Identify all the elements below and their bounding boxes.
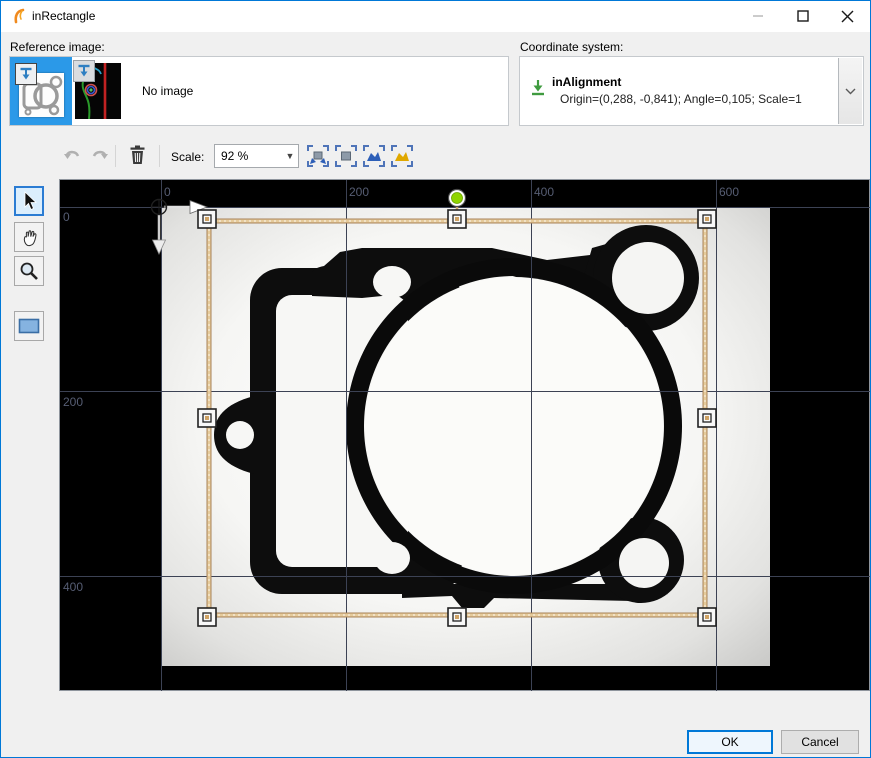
chevron-down-icon: [845, 88, 856, 95]
scale-value: 92 %: [215, 149, 282, 163]
close-button[interactable]: [825, 1, 870, 31]
trash-icon: [129, 145, 146, 165]
coordinate-system-label: Coordinate system:: [520, 40, 623, 54]
hand-icon: [19, 227, 39, 247]
ruler-y-400: 400: [63, 580, 83, 594]
dialog-inrectangle: inRectangle Reference image: Coordinate …: [0, 0, 871, 758]
cancel-button-label: Cancel: [801, 735, 838, 749]
minimize-button[interactable]: [735, 1, 780, 31]
magnifier-icon: [19, 261, 39, 281]
ruler-y-0: 0: [63, 210, 70, 224]
zoom-actual-size-icon: [335, 145, 357, 167]
coordinate-system-dropdown-button[interactable]: [838, 58, 862, 124]
undo-icon: [63, 147, 83, 165]
toolbar-separator: [159, 145, 160, 167]
ruler-x-400: 400: [534, 185, 554, 199]
tool-zoom-button[interactable]: [14, 256, 44, 286]
thumbnail-gasket[interactable]: [10, 57, 72, 125]
zoom-fit-selection-icon: [391, 145, 413, 167]
cancel-button[interactable]: Cancel: [781, 730, 859, 754]
maximize-button[interactable]: [780, 1, 825, 31]
coordinate-system-details: Origin=(0,288, -0,841); Angle=0,105; Sca…: [560, 92, 802, 106]
zoom-actual-size-button[interactable]: [334, 144, 358, 168]
scale-label: Scale:: [171, 150, 204, 164]
gasket-image: [162, 208, 770, 666]
image-pin-icon: [73, 60, 95, 82]
toolbar-separator: [115, 145, 116, 167]
image-pin-icon: [15, 63, 37, 85]
ok-button-label: OK: [721, 735, 738, 749]
rectangle-icon: [18, 318, 40, 334]
zoom-fit-selection-button[interactable]: [390, 144, 414, 168]
ruler-x-600: 600: [719, 185, 739, 199]
tool-pan-button[interactable]: [14, 222, 44, 252]
scale-combobox[interactable]: 92 % ▼: [214, 144, 299, 168]
zoom-fit-image-button[interactable]: [306, 144, 330, 168]
title-bar[interactable]: inRectangle: [1, 1, 870, 32]
cursor-arrow-icon: [20, 191, 38, 211]
ruler-x-200: 200: [349, 185, 369, 199]
chevron-down-icon: ▼: [282, 151, 298, 161]
app-logo-icon: [11, 8, 28, 25]
tool-rectangle-button[interactable]: [14, 311, 44, 341]
canvas-viewport[interactable]: 0 200 400 600 0 200 400: [59, 179, 870, 691]
zoom-fit-region-button[interactable]: [362, 144, 386, 168]
coordinate-system-name: inAlignment: [552, 75, 621, 89]
redo-icon: [89, 147, 109, 165]
window-title: inRectangle: [32, 9, 95, 23]
zoom-fit-image-icon: [307, 145, 329, 167]
tool-select-button[interactable]: [14, 186, 44, 216]
alignment-icon: [530, 79, 546, 97]
thumbnail-edges[interactable]: [75, 63, 121, 119]
no-image-text: No image: [142, 84, 193, 98]
coordinate-system-panel: inAlignment Origin=(0,288, -0,841); Angl…: [519, 56, 864, 126]
undo-button[interactable]: [61, 144, 85, 168]
reference-image-panel: No image: [9, 56, 509, 126]
ruler-y-200: 200: [63, 395, 83, 409]
reference-image-label: Reference image:: [10, 40, 105, 54]
ok-button[interactable]: OK: [687, 730, 773, 754]
delete-button[interactable]: [125, 143, 149, 167]
zoom-fit-region-icon: [363, 145, 385, 167]
ruler-x-0: 0: [164, 185, 171, 199]
redo-button[interactable]: [87, 144, 111, 168]
